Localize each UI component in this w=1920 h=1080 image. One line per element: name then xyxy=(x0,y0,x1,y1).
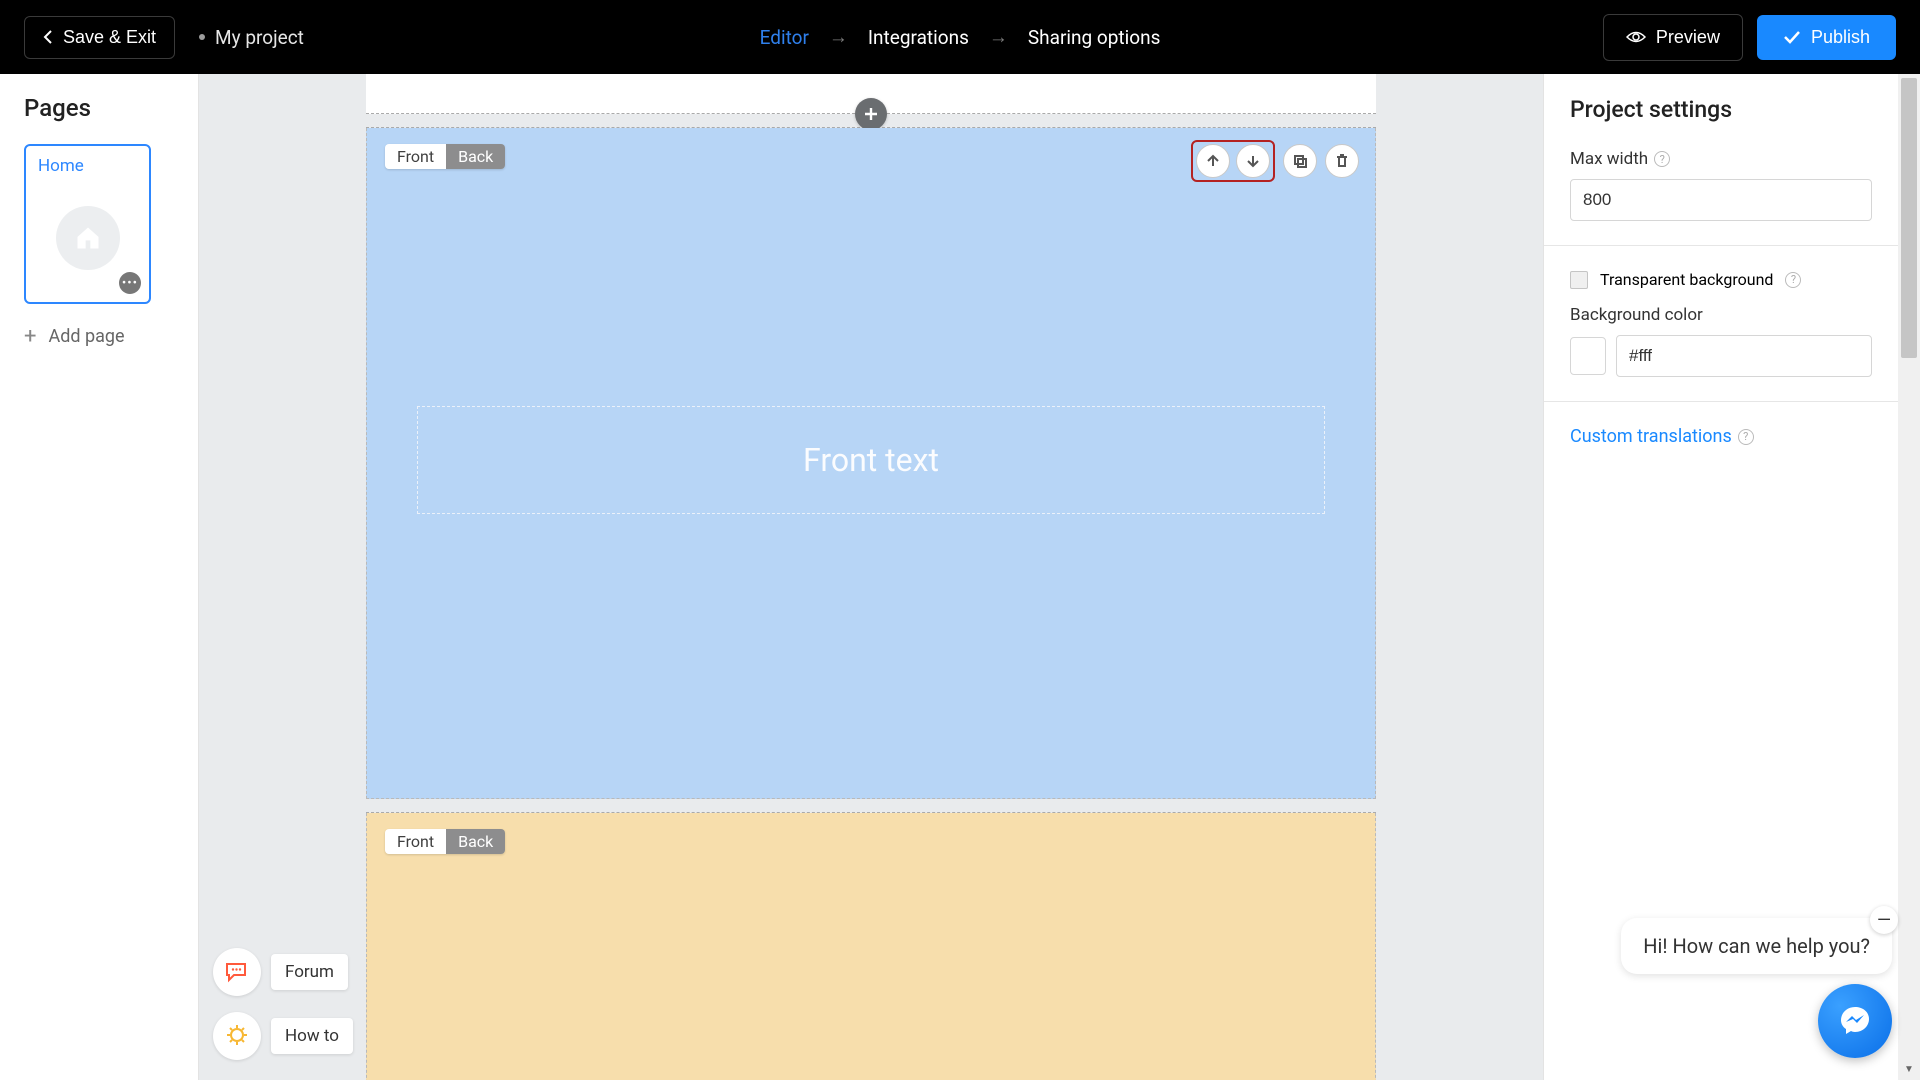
add-page-button[interactable]: + Add page xyxy=(24,324,184,349)
max-width-input[interactable] xyxy=(1570,179,1872,221)
arrow-down-icon xyxy=(1245,153,1261,169)
help-icon[interactable]: ? xyxy=(1738,429,1754,445)
move-up-button[interactable] xyxy=(1196,144,1230,178)
delete-button[interactable] xyxy=(1325,144,1359,178)
top-left: Save & Exit My project xyxy=(24,16,304,59)
front-toggle[interactable]: Front xyxy=(385,144,446,169)
top-bar: Save & Exit My project Editor → Integrat… xyxy=(0,0,1920,74)
forum-button[interactable]: Forum xyxy=(213,948,353,996)
publish-label: Publish xyxy=(1811,27,1870,48)
back-toggle[interactable]: Back xyxy=(446,144,505,169)
canvas-area: Front Back xyxy=(199,74,1543,1080)
move-down-button[interactable] xyxy=(1236,144,1270,178)
trash-icon xyxy=(1334,153,1350,169)
section-divider xyxy=(366,799,1376,813)
chat-fab-button[interactable] xyxy=(1818,984,1892,1058)
chevron-left-icon xyxy=(43,29,53,45)
bg-color-label: Background color xyxy=(1570,305,1872,325)
transparent-bg-row: Transparent background ? xyxy=(1570,270,1872,289)
front-back-toggle: Front Back xyxy=(385,144,505,169)
pages-sidebar: Pages Home ••• + Add page xyxy=(0,74,199,1080)
arrow-up-icon xyxy=(1205,153,1221,169)
page-thumbnail-label: Home xyxy=(38,156,137,176)
add-page-label: Add page xyxy=(48,326,124,347)
unsaved-dot-icon xyxy=(199,34,205,40)
copy-icon xyxy=(1292,153,1308,169)
workflow-steps: Editor → Integrations → Sharing options xyxy=(760,25,1161,49)
add-section-button[interactable] xyxy=(855,98,887,130)
help-icon[interactable]: ? xyxy=(1654,151,1670,167)
transparent-bg-checkbox[interactable] xyxy=(1570,271,1588,289)
forum-label: Forum xyxy=(271,954,348,990)
card-text-placeholder[interactable]: Front text xyxy=(417,406,1325,514)
chat-greeting[interactable]: Hi! How can we help you? — xyxy=(1621,918,1892,974)
back-toggle[interactable]: Back xyxy=(446,829,505,854)
page-thumbnail-home[interactable]: Home ••• xyxy=(24,144,151,304)
step-editor[interactable]: Editor xyxy=(760,26,809,49)
plus-icon: + xyxy=(24,324,36,349)
panel-title: Project settings xyxy=(1570,96,1872,123)
messenger-icon xyxy=(1837,1003,1873,1039)
publish-button[interactable]: Publish xyxy=(1757,15,1896,60)
help-icon[interactable]: ? xyxy=(1785,272,1801,288)
howto-label: How to xyxy=(271,1018,353,1054)
divider xyxy=(1544,245,1898,246)
max-width-label: Max width ? xyxy=(1570,149,1872,169)
scroll-down-arrow-icon[interactable]: ▼ xyxy=(1898,1058,1920,1080)
step-integrations[interactable]: Integrations xyxy=(868,26,969,49)
page-more-button[interactable]: ••• xyxy=(119,272,141,294)
step-sharing[interactable]: Sharing options xyxy=(1028,26,1161,49)
plus-icon xyxy=(863,106,879,122)
bg-color-row xyxy=(1570,335,1872,377)
vertical-scrollbar[interactable]: ▲ ▼ xyxy=(1898,74,1920,1080)
arrow-right-icon: → xyxy=(829,25,848,49)
front-toggle[interactable]: Front xyxy=(385,829,446,854)
section-divider xyxy=(366,114,1376,128)
card-actions xyxy=(1191,140,1359,182)
move-buttons-group xyxy=(1191,140,1275,182)
lightbulb-icon xyxy=(213,1012,261,1060)
front-back-toggle: Front Back xyxy=(385,829,505,854)
forum-icon xyxy=(213,948,261,996)
flip-card-2[interactable]: Front Back xyxy=(366,813,1376,1080)
check-icon xyxy=(1783,30,1801,44)
save-exit-button[interactable]: Save & Exit xyxy=(24,16,175,59)
duplicate-button[interactable] xyxy=(1283,144,1317,178)
bg-color-swatch[interactable] xyxy=(1570,337,1606,375)
chat-widget: Hi! How can we help you? — xyxy=(1621,918,1892,1058)
divider xyxy=(1544,401,1898,402)
howto-button[interactable]: How to xyxy=(213,1012,353,1060)
top-right: Preview Publish xyxy=(1603,14,1896,61)
scrollbar-thumb[interactable] xyxy=(1901,78,1917,358)
home-icon xyxy=(56,206,120,270)
eye-icon xyxy=(1626,30,1646,44)
preview-button[interactable]: Preview xyxy=(1603,14,1743,61)
help-pills: Forum How to xyxy=(213,948,353,1060)
project-name-label: My project xyxy=(215,26,304,49)
bg-color-input[interactable] xyxy=(1616,335,1872,377)
save-exit-label: Save & Exit xyxy=(63,27,156,48)
transparent-bg-label: Transparent background xyxy=(1600,270,1773,289)
chat-close-button[interactable]: — xyxy=(1870,906,1898,934)
flip-card-1[interactable]: Front Back xyxy=(366,128,1376,799)
custom-translations-link[interactable]: Custom translations ? xyxy=(1570,426,1872,447)
pages-title: Pages xyxy=(24,94,184,122)
project-name[interactable]: My project xyxy=(199,26,304,49)
preview-label: Preview xyxy=(1656,27,1720,48)
arrow-right-icon: → xyxy=(989,25,1008,49)
